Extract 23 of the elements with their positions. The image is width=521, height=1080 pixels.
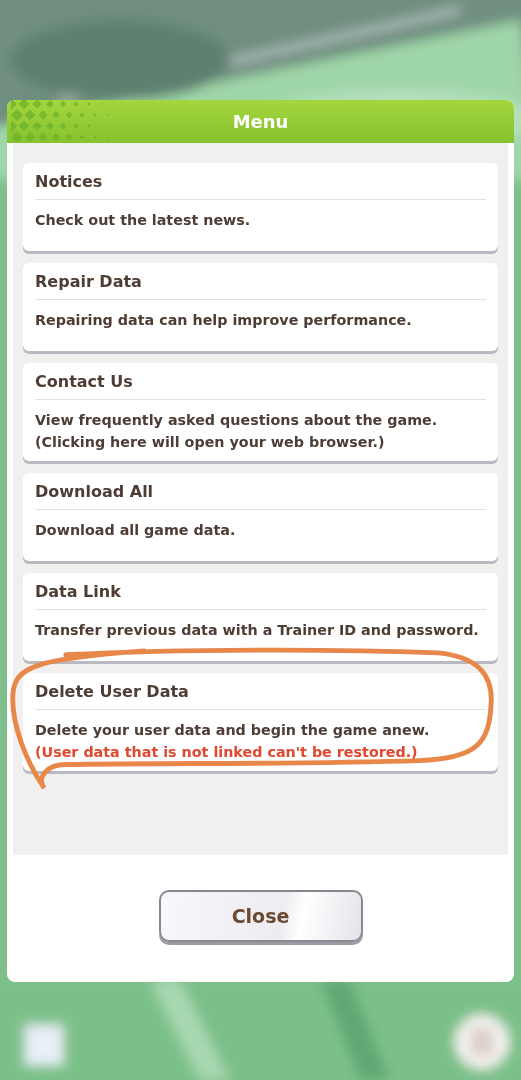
menu-item-card[interactable]: Data Link Transfer previous data with a Trainer ID and password. <box>23 573 498 661</box>
menu-item-title: Delete User Data <box>35 673 486 710</box>
menu-item-description: (Clicking here will open your web browser.) <box>35 433 386 452</box>
menu-item-card[interactable]: Download All Download all game data. <box>23 473 498 561</box>
menu-item-title: Contact Us <box>35 363 486 400</box>
dialog-title: Menu <box>232 111 289 132</box>
warning-text: (User data that is not linked can't be restored.) <box>35 743 419 762</box>
menu-item-description: Delete your user data and begin the game anew. <box>35 721 431 740</box>
menu-item-title: Download All <box>35 473 486 510</box>
menu-item-card[interactable]: Repair Data Repairing data can help improve performance. <box>23 263 498 351</box>
menu-item-card[interactable]: Delete User Data Delete your user data and begin the game anew. (User data that is not linked can't be restored.) <box>23 673 498 771</box>
menu-item-card[interactable]: Contact Us View frequently asked questions about the game. (Clicking here will open your web browser.) <box>23 363 498 461</box>
close-button[interactable]: Close <box>158 889 363 942</box>
menu-item-description: Check out the latest news. <box>35 211 252 230</box>
menu-item-description: View frequently asked questions about the game. <box>35 411 439 430</box>
menu-item-title: Notices <box>35 163 486 200</box>
menu-item-title: Data Link <box>35 573 486 610</box>
menu-item-description: Repairing data can help improve performance. <box>35 311 413 330</box>
menu-item-title: Repair Data <box>35 263 486 300</box>
menu-item-description: Download all game data. <box>35 521 237 540</box>
menu-item-description: Transfer previous data with a Trainer ID and password. <box>35 621 480 640</box>
diamond-pattern-icon <box>11 100 111 142</box>
menu-item-card[interactable]: Notices Check out the latest news. <box>23 163 498 251</box>
